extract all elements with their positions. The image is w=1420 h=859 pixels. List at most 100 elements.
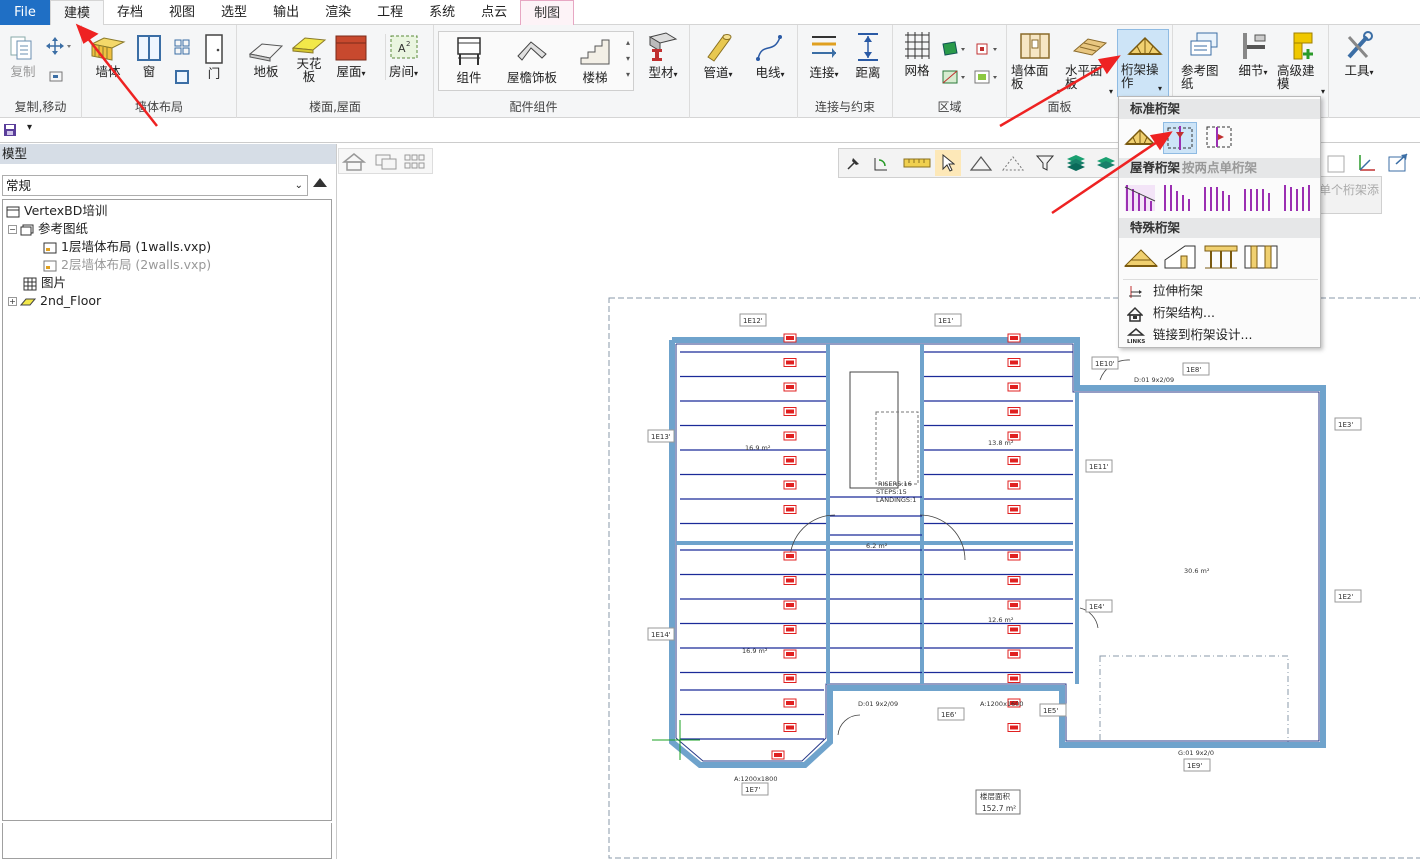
tab-drawing[interactable]: 制图 — [520, 0, 575, 25]
advanced-modeling-button[interactable]: 高级建模 ▾ — [1277, 31, 1327, 96]
menu-item-stretch-truss[interactable]: 拉伸桁架 — [1125, 281, 1315, 301]
wall-button[interactable]: 墙体 — [88, 34, 128, 78]
filter-icon[interactable] — [1035, 154, 1055, 172]
axis-icon[interactable] — [1356, 152, 1378, 174]
component-button[interactable]: 组件 — [450, 34, 488, 84]
special-truss-icons[interactable] — [1123, 242, 1283, 274]
layers-icon[interactable] — [1065, 154, 1087, 172]
window-view-icon[interactable] — [374, 153, 398, 171]
wall-label: 墙体 — [95, 64, 121, 79]
component-label: 组件 — [456, 70, 482, 85]
tree-label-pictures: 图片 — [41, 275, 67, 290]
truss-by-two-points-button[interactable] — [1163, 122, 1197, 154]
ridge-truss-icons[interactable] — [1123, 181, 1317, 215]
tile-view-icon[interactable] — [404, 153, 426, 171]
room-area-5: 30.6 m² — [1184, 567, 1210, 575]
collapse-icon[interactable]: − — [8, 225, 17, 234]
window-button[interactable]: 窗 — [134, 34, 164, 78]
layers-alt-icon[interactable] — [1095, 154, 1117, 172]
opening-3: G:01 9x2/0 — [1178, 749, 1214, 757]
collapse-up-icon[interactable] — [313, 178, 327, 187]
region-hatch-icon[interactable] — [941, 69, 967, 85]
truss-tag-fill — [786, 578, 794, 583]
detail-button[interactable]: 细节▾ — [1233, 31, 1273, 79]
region-green-icon[interactable] — [973, 69, 999, 85]
profile-button[interactable]: 型材▾ — [642, 31, 684, 81]
tab-output[interactable]: 输出 — [260, 0, 312, 25]
tree-label-root: VertexBD培训 — [24, 203, 108, 218]
ceiling-button[interactable]: 天花板 — [289, 34, 329, 83]
tree-item-2nd-floor[interactable]: +2nd_Floor — [8, 292, 101, 309]
region-fill-icon[interactable] — [941, 41, 967, 57]
zoom-extents-icon[interactable] — [1386, 152, 1410, 174]
window-grid-icon[interactable] — [174, 39, 190, 55]
tab-file[interactable]: File — [0, 0, 50, 25]
truss-single-button[interactable] — [1203, 122, 1237, 154]
ref-drawing-button[interactable]: 参考图纸 — [1181, 31, 1227, 90]
tree-item-pictures[interactable]: 图片 — [23, 274, 66, 291]
gallery-scroll[interactable]: ▴ ▾ ▾ — [626, 35, 630, 83]
triangle-icon[interactable] — [969, 154, 993, 172]
tree-label-ref: 参考图纸 — [38, 221, 89, 236]
grid-label: 网格 — [904, 63, 930, 78]
truss-tag-fill — [786, 434, 794, 438]
truss-tag-fill — [786, 603, 794, 607]
group-label-components: 配件组件 — [509, 100, 558, 114]
roof-button[interactable]: 屋面▾ — [333, 34, 369, 80]
tab-pointcloud[interactable]: 点云 — [468, 0, 520, 25]
door-button[interactable]: 门 — [200, 34, 228, 80]
tab-system[interactable]: 系统 — [416, 0, 468, 25]
drawing-sheet-icon — [43, 242, 57, 253]
eave-button[interactable]: 屋檐饰板 — [502, 34, 562, 84]
wire-button[interactable]: 电线▾ — [750, 31, 790, 81]
tree-label-ref2: 2层墙体布局 (2walls.vxp) — [61, 257, 212, 272]
tab-selection[interactable]: 选型 — [208, 0, 260, 25]
menu-item-truss-structure[interactable]: 桁架结构... — [1125, 303, 1315, 323]
move-icon[interactable] — [46, 37, 72, 55]
tools-button[interactable]: 工具▾ — [1339, 31, 1379, 79]
save-icon[interactable] — [3, 123, 17, 137]
tree-item-ref-drawings[interactable]: − 参考图纸 — [8, 220, 88, 237]
wall-panel-button[interactable]: 墙体面板 ▾ — [1011, 31, 1061, 96]
horizontal-panel-button[interactable]: 水平面板 ▾ — [1065, 31, 1115, 96]
region-red-icon[interactable] — [973, 41, 999, 57]
connect-button[interactable]: 连接▾ — [802, 31, 846, 81]
pictures-icon — [23, 277, 37, 290]
qat-dropdown-icon[interactable]: ▾ — [27, 122, 32, 133]
tab-project[interactable]: 工程 — [364, 0, 416, 25]
room-button[interactable]: A2 房间▾ — [385, 34, 421, 80]
ruler-icon[interactable] — [903, 157, 931, 169]
pin-icon[interactable] — [845, 154, 863, 172]
dimension-label: 1E4' — [1089, 603, 1104, 611]
eave-icon — [517, 41, 547, 61]
tree-item-ref1[interactable]: 1层墙体布局 (1walls.vxp) — [43, 238, 211, 255]
truss-operation-button[interactable]: 桁架操作 ▾ — [1117, 29, 1169, 97]
tree-item-ref2[interactable]: 2层墙体布局 (2walls.vxp) — [43, 256, 211, 273]
tree-item-root[interactable]: VertexBD培训 — [6, 202, 107, 219]
stairs-button[interactable]: 楼梯 — [572, 34, 618, 84]
floor-button[interactable]: 地板 — [247, 34, 285, 78]
triangle-dashed-icon[interactable] — [1001, 154, 1025, 172]
menu-header-ridge: 屋脊桁架 按两点单桁架 — [1119, 158, 1320, 178]
rotate-icon[interactable] — [871, 154, 891, 174]
tab-save[interactable]: 存档 — [104, 0, 156, 25]
distance-button[interactable]: 距离 — [848, 31, 888, 79]
home-view-icon[interactable] — [342, 152, 366, 172]
copy-button[interactable]: 复制 — [6, 34, 40, 78]
standard-truss-icon[interactable] — [1123, 122, 1157, 152]
ribbon-tabs: File 建模 存档 视图 选型 输出 渲染 工程 系统 点云 制图 — [0, 0, 1420, 26]
expand-icon[interactable]: + — [8, 297, 17, 306]
pipe-button[interactable]: 管道▾ — [698, 31, 738, 81]
grid-button[interactable]: 网格 — [899, 31, 935, 77]
truss-tag-fill — [1010, 652, 1018, 656]
window-frame-icon[interactable] — [174, 69, 190, 85]
mirror-icon[interactable] — [48, 69, 66, 83]
model-filter-combo[interactable]: 常规 ⌄ — [2, 175, 308, 196]
window-label: 窗 — [142, 64, 156, 79]
view-frame-icon[interactable] — [1326, 154, 1346, 174]
tab-view[interactable]: 视图 — [156, 0, 208, 25]
tab-render[interactable]: 渲染 — [312, 0, 364, 25]
menu-item-link-truss-design[interactable]: LINKS 链接到桁架设计... — [1125, 325, 1315, 345]
tab-modeling[interactable]: 建模 — [50, 0, 105, 26]
select-tool[interactable] — [935, 150, 961, 176]
